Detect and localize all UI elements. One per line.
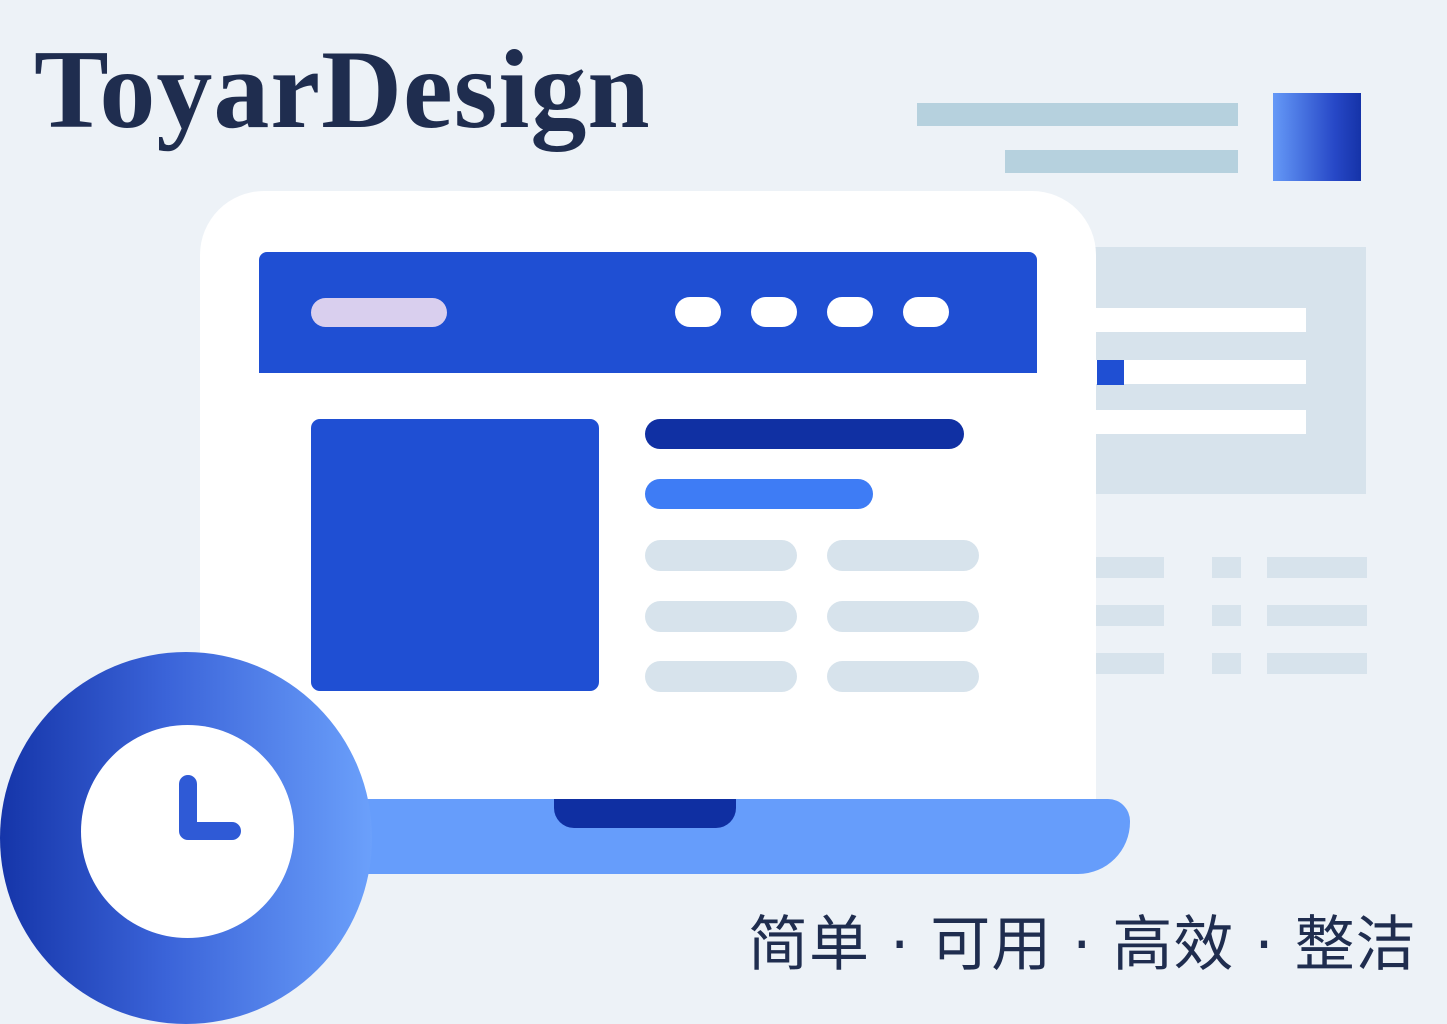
content-image-placeholder: [311, 419, 599, 691]
content-text-placeholder: [827, 601, 979, 632]
slogan: 简单 · 可用 · 高效 · 整洁: [748, 910, 1417, 980]
background-panel-bar: [1095, 360, 1306, 384]
content-text-placeholder: [645, 661, 797, 692]
background-list-cell: [1267, 653, 1367, 674]
content-text-placeholder: [827, 540, 979, 571]
clock-icon: [179, 775, 241, 840]
header-nav-item[interactable]: [751, 297, 797, 327]
header-logo-placeholder: [311, 298, 447, 327]
background-list-cell: [1095, 557, 1164, 578]
background-list-cell: [1212, 605, 1241, 626]
decorative-gradient-square: [1273, 93, 1361, 181]
content-title-placeholder: [645, 419, 964, 449]
background-list-cell: [1212, 557, 1241, 578]
background-panel-bar: [1095, 410, 1306, 434]
content-text-placeholder: [645, 540, 797, 571]
decorative-line-bottom: [1005, 150, 1238, 173]
content-text-placeholder: [827, 661, 979, 692]
background-panel-bar: [1095, 308, 1306, 332]
header-nav-item[interactable]: [827, 297, 873, 327]
laptop-notch: [554, 799, 736, 828]
content-link-placeholder[interactable]: [645, 479, 873, 509]
decorative-line-top: [917, 103, 1238, 126]
background-list-cell: [1095, 653, 1164, 674]
background-panel-accent: [1097, 360, 1124, 385]
header-nav-item[interactable]: [903, 297, 949, 327]
content-text-placeholder: [645, 601, 797, 632]
header-nav-item[interactable]: [675, 297, 721, 327]
background-list-cell: [1095, 605, 1164, 626]
background-list-cell: [1267, 557, 1367, 578]
brand-title: ToyarDesign: [34, 28, 651, 152]
background-list-cell: [1212, 653, 1241, 674]
background-list-cell: [1267, 605, 1367, 626]
